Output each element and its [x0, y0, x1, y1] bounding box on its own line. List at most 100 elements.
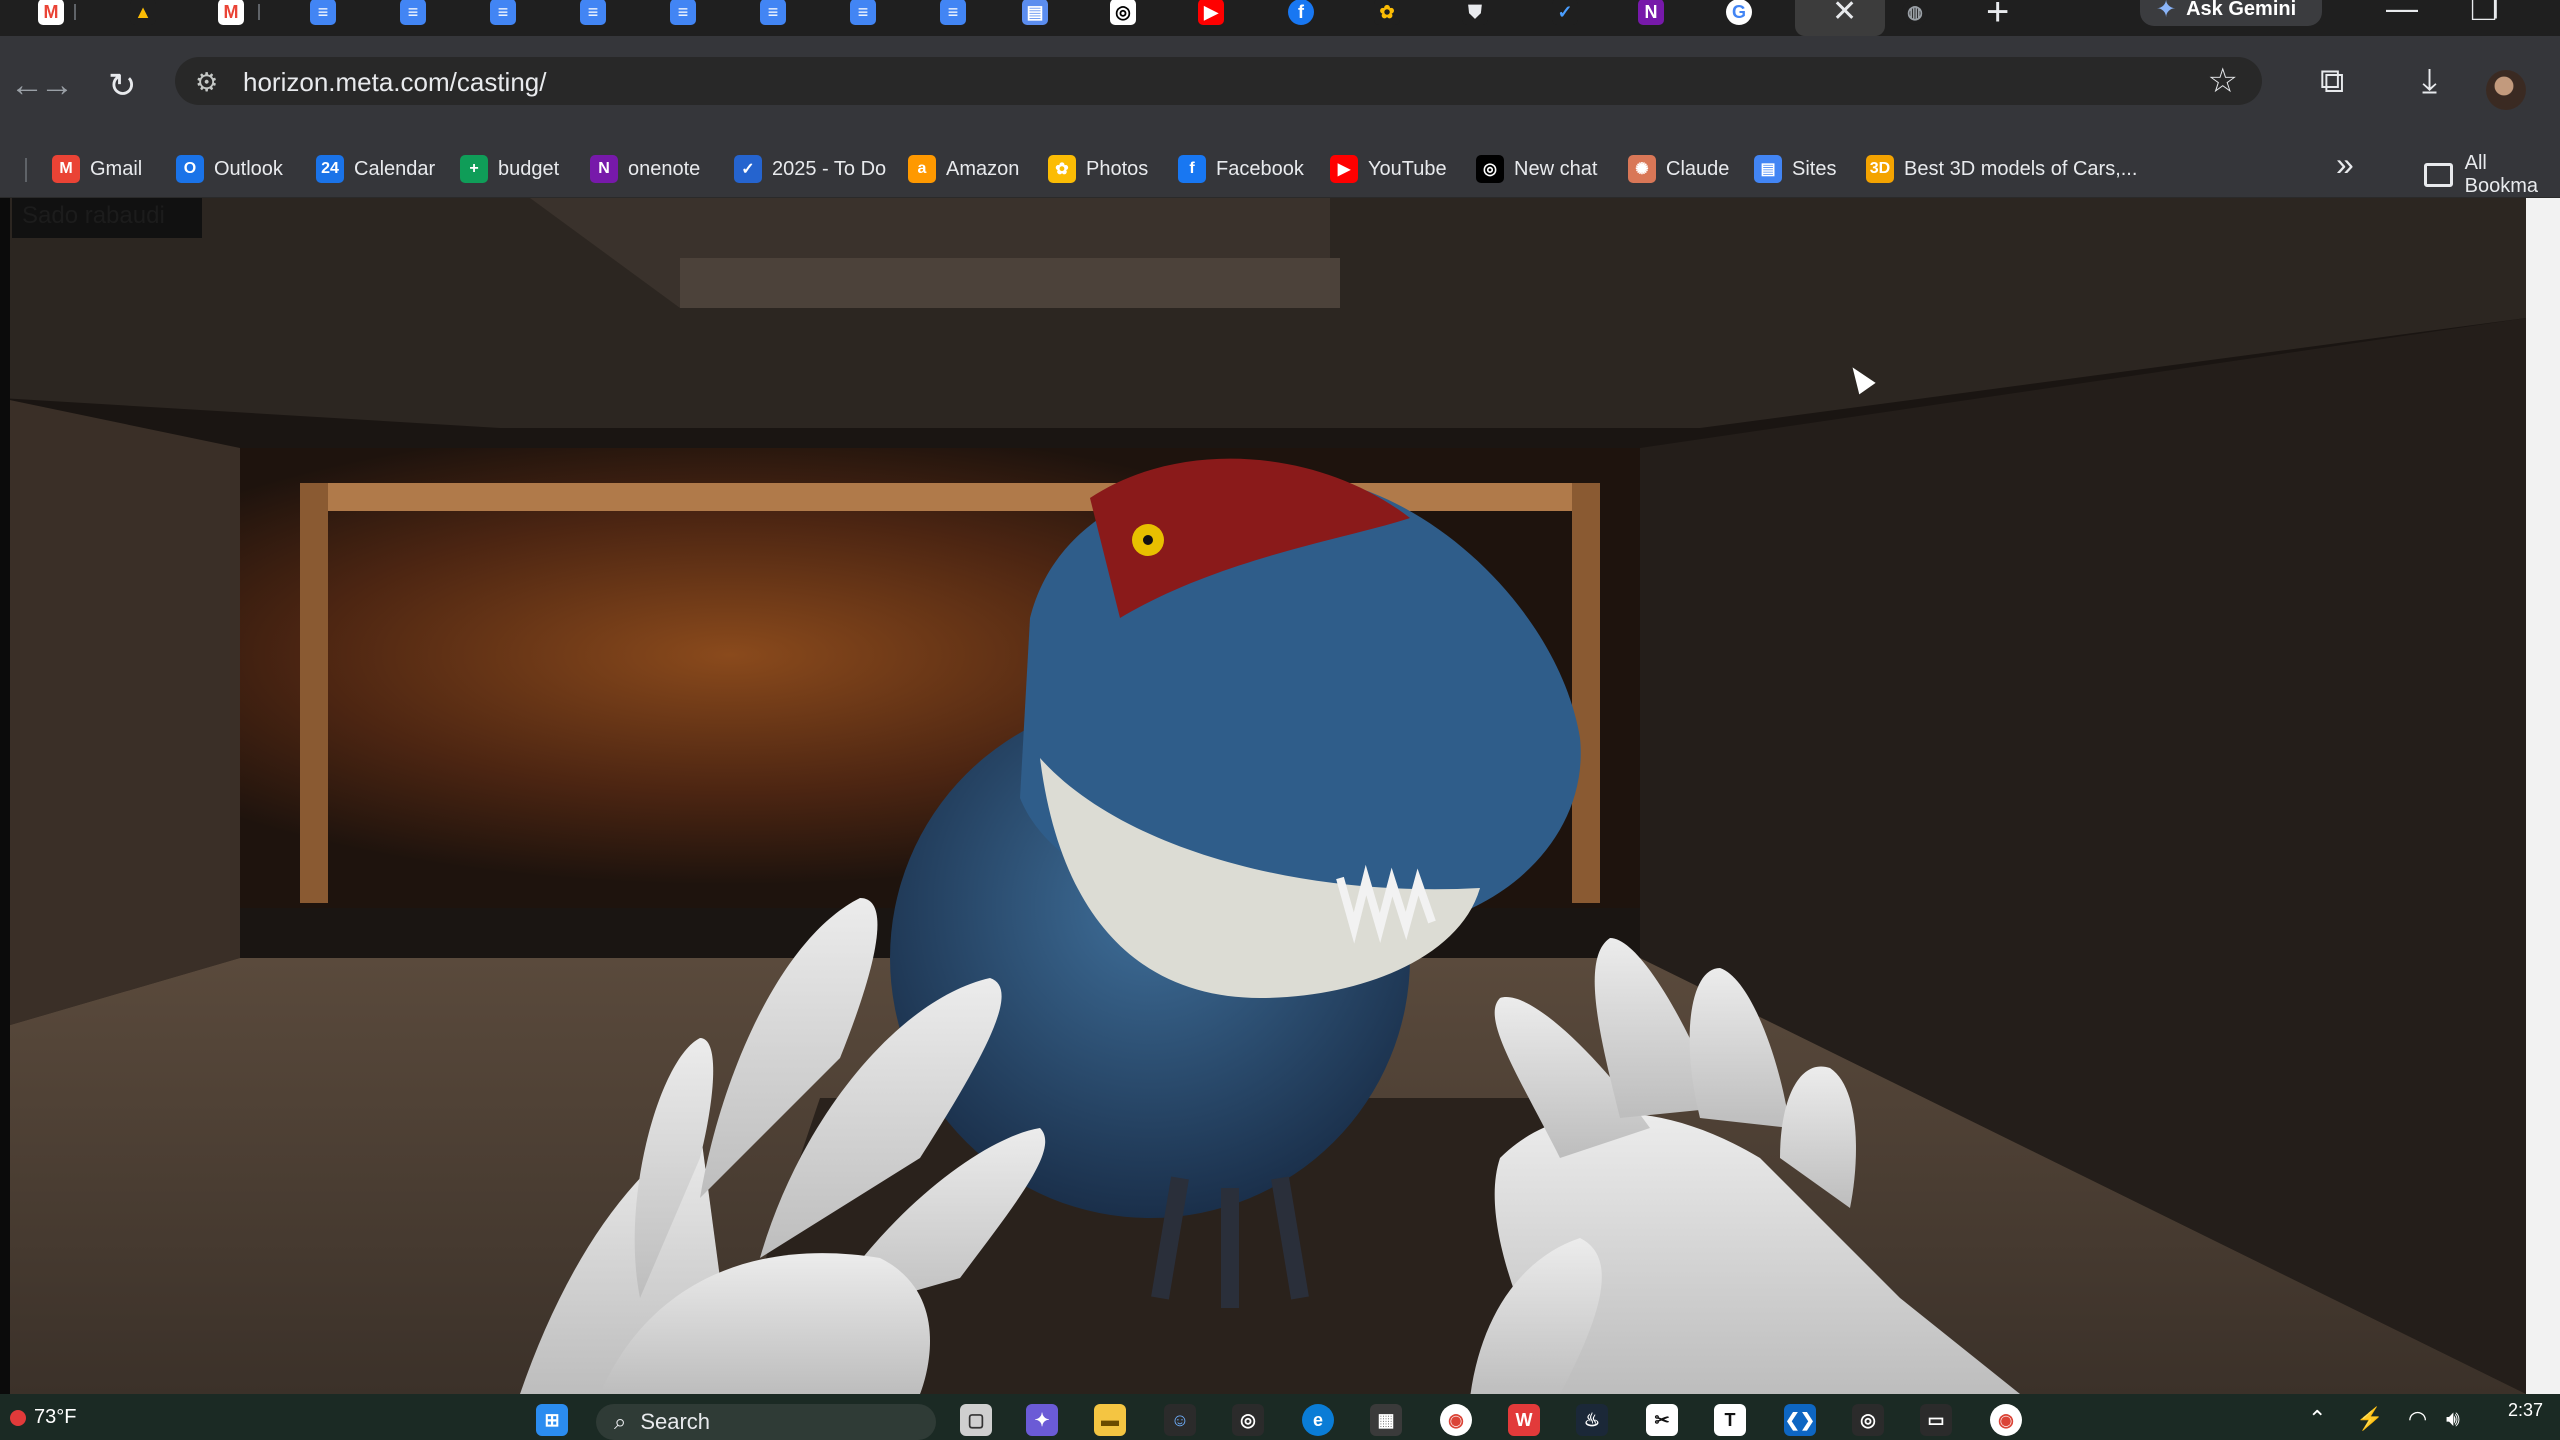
weather-widget[interactable]: 73°F [10, 1406, 76, 1429]
chrome-2-icon[interactable]: ◉ [1990, 1404, 2022, 1436]
url-text[interactable]: horizon.meta.com/casting/ [243, 67, 546, 98]
tab-globe[interactable]: ◍ [1900, 0, 1930, 25]
tab-docs-5[interactable]: ≡ [668, 0, 698, 25]
bookmark-item[interactable]: f Facebook [1178, 152, 1304, 186]
bookmark-label: Sites [1792, 157, 1837, 180]
bookmark-item[interactable]: + budget [460, 152, 559, 186]
capcut-icon[interactable]: ✂ [1646, 1404, 1678, 1436]
google-icon: G [1726, 0, 1752, 25]
tab-docs-2[interactable]: ≡ [398, 0, 428, 25]
all-bookmarks-button[interactable]: All Bookma [2424, 152, 2560, 198]
back-button[interactable]: ← [10, 66, 44, 105]
caster-name-label: Sado rabaudi [12, 198, 202, 238]
restore-button[interactable]: ❐ [2470, 0, 2499, 28]
bookmark-item[interactable]: 24 Calendar [316, 152, 435, 186]
tab-youtube[interactable]: ▶ [1196, 0, 1226, 25]
bookmark-item[interactable]: ◎ New chat [1476, 152, 1597, 186]
todo-icon: ✓ [734, 155, 762, 183]
bookmark-label: 2025 - To Do [772, 157, 887, 180]
docs-icon: ≡ [400, 0, 426, 25]
bookmark-item[interactable]: ✿ Photos [1048, 152, 1148, 186]
store-icon[interactable]: ▦ [1370, 1404, 1402, 1436]
forward-button[interactable]: → [40, 66, 74, 105]
bookmarks-separator [25, 158, 27, 182]
site-settings-icon[interactable]: ⚙ [195, 67, 218, 98]
terminal-icon[interactable]: ▭ [1920, 1404, 1952, 1436]
bookmark-item[interactable]: ✺ Claude [1628, 152, 1729, 186]
gmail-icon: M [218, 0, 244, 25]
tab-onenote[interactable]: N [1636, 0, 1666, 25]
bookmark-item[interactable]: 3D Best 3D models of Cars,... [1866, 152, 2137, 186]
tray-app-icon[interactable]: ⚡ [2356, 1406, 2383, 1432]
docs-icon: ≡ [490, 0, 516, 25]
wifi-icon[interactable]: ◠ [2408, 1406, 2427, 1432]
tab-docs-4[interactable]: ≡ [578, 0, 608, 25]
openai-icon: ◎ [1110, 0, 1136, 25]
reload-button[interactable]: ↻ [108, 66, 137, 106]
taskbar-clock[interactable]: 2:37 [2508, 1400, 2543, 1421]
tab-gmail[interactable]: M [36, 0, 66, 25]
docs-icon: ≡ [580, 0, 606, 25]
vscode-icon[interactable]: ❮❯ [1784, 1404, 1816, 1436]
task-view-icon[interactable]: ▢ [960, 1404, 992, 1436]
copilot-icon[interactable]: ✦ [1026, 1404, 1058, 1436]
bookmark-item[interactable]: Nonenote [590, 152, 700, 186]
bookmark-item[interactable]: ▤ Sites [1754, 152, 1836, 186]
people-icon[interactable]: ☺ [1164, 1404, 1196, 1436]
sheets-icon: + [460, 155, 488, 183]
bookmark-star-icon[interactable]: ☆ [2208, 61, 2238, 101]
file-explorer-icon[interactable]: ▬ [1094, 1404, 1126, 1436]
bookmark-label: Claude [1666, 157, 1730, 180]
tab-openai[interactable]: ◎ [1108, 0, 1138, 25]
youtube-icon: ▶ [1198, 0, 1224, 25]
openai-app-2-icon[interactable]: ◎ [1852, 1404, 1884, 1436]
download-icon[interactable]: ⤓ [2422, 62, 2437, 101]
tab-close-button[interactable]: ✕ [1832, 0, 1857, 29]
tab-docs-7[interactable]: ≡ [848, 0, 878, 25]
new-tab-button[interactable]: + [1986, 0, 2009, 35]
start-button[interactable]: ⊞ [536, 1404, 568, 1436]
bookmark-label: Best 3D models of Cars,... [1904, 157, 2138, 180]
bookmark-item[interactable]: ▶ YouTube [1330, 152, 1447, 186]
taskbar-search[interactable]: ⌕ Search [596, 1404, 936, 1440]
browser-toolbar: ← → ↻ ⚙ horizon.meta.com/casting/ ☆ ⧉ ⤓ [0, 36, 2560, 140]
profile-avatar[interactable] [2486, 70, 2526, 110]
edge-icon[interactable]: e [1302, 1404, 1334, 1436]
tab-docs-3[interactable]: ≡ [488, 0, 518, 25]
tab-docs-1[interactable]: ≡ [308, 0, 338, 25]
tab-sites[interactable]: ▤ [1020, 0, 1050, 25]
tab-docs-6[interactable]: ≡ [758, 0, 788, 25]
extensions-icon[interactable]: ⧉ [2320, 62, 2344, 101]
volume-icon[interactable]: 🔊︎ [2446, 1406, 2460, 1432]
tab-strip: M ▲ M ≡ ≡ ≡ ≡ ≡ ≡ ≡ ≡ ▤ ◎ ▶ f ✿ ⛊ ✓ N G … [0, 0, 2560, 36]
bookmark-item[interactable]: O Outlook [176, 152, 283, 186]
chrome-icon[interactable]: ◉ [1440, 1404, 1472, 1436]
tab-todo[interactable]: ✓ [1550, 0, 1580, 25]
tab-facebook[interactable]: f [1286, 0, 1316, 25]
tab-docs-8[interactable]: ≡ [938, 0, 968, 25]
wps-icon[interactable]: W [1508, 1404, 1540, 1436]
address-bar[interactable]: ⚙ horizon.meta.com/casting/ ☆ [175, 57, 2262, 105]
globe-icon: ◍ [1902, 0, 1928, 25]
tab-shield[interactable]: ⛊ [1460, 0, 1490, 25]
ask-gemini-button[interactable]: ✦ Ask Gemini [2140, 0, 2322, 26]
minimize-button[interactable]: — [2386, 0, 2418, 27]
weather-temperature: 73°F [34, 1406, 77, 1428]
steam-icon[interactable]: ♨ [1576, 1404, 1608, 1436]
tab-google[interactable]: G [1724, 0, 1754, 25]
calendar-icon: 24 [316, 155, 344, 183]
tab-gmail-2[interactable]: M [216, 0, 246, 25]
typora-icon[interactable]: T [1714, 1404, 1746, 1436]
openai-app-icon[interactable]: ◎ [1232, 1404, 1264, 1436]
cast-right-border [2526, 198, 2560, 1394]
tray-chevron-icon[interactable]: ⌃ [2308, 1406, 2326, 1432]
bookmarks-overflow-button[interactable]: » [2336, 146, 2354, 183]
cast-viewport[interactable]: Sado rabaudi [0, 198, 2560, 1394]
vr-scene-image [0, 198, 2526, 1394]
bookmark-item[interactable]: a Amazon [908, 152, 1019, 186]
bookmark-item[interactable]: ✓ 2025 - To Do [734, 152, 886, 186]
docs-icon: ≡ [670, 0, 696, 25]
bookmark-item[interactable]: M Gmail [52, 152, 142, 186]
tab-photos[interactable]: ✿ [1372, 0, 1402, 25]
tab-drive[interactable]: ▲ [128, 0, 158, 25]
